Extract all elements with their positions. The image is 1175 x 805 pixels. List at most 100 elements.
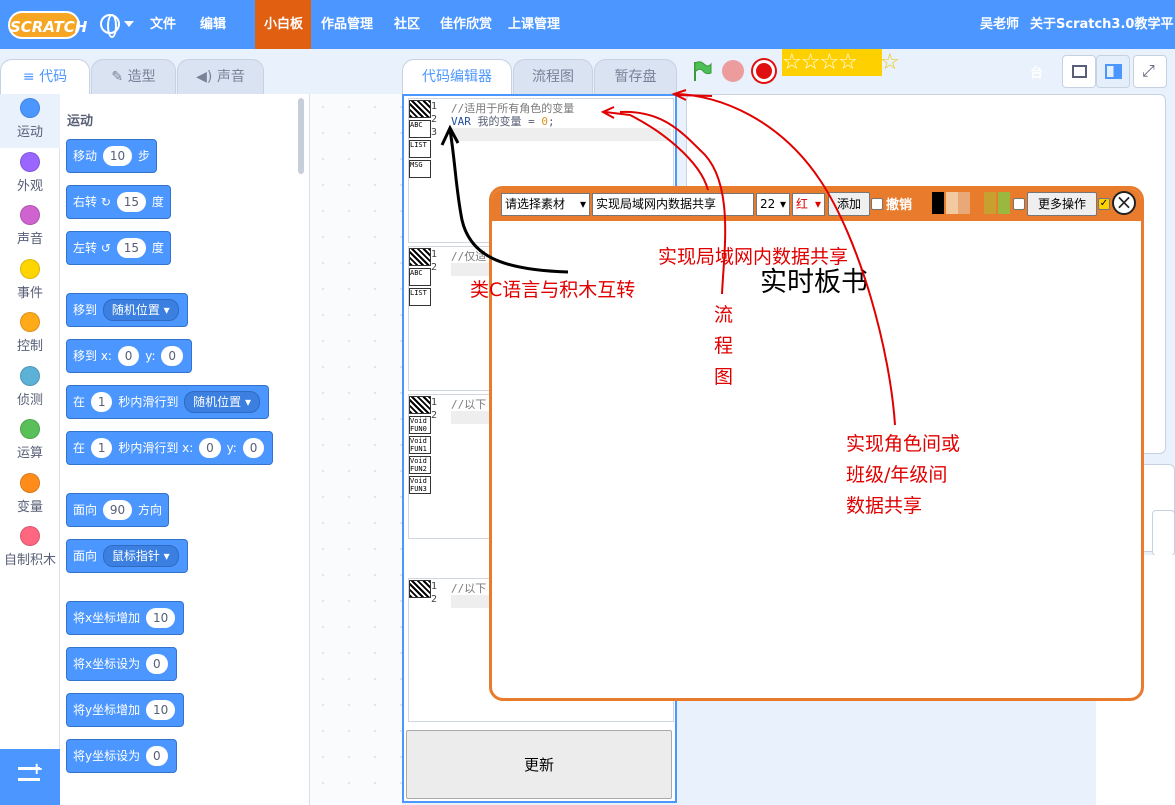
small-stage-button[interactable] [1062,55,1096,88]
menu-edit[interactable]: 编辑 [200,0,226,49]
block-goto-xy[interactable]: 移到 x: 0 y: 0 [66,339,193,373]
tab-storage[interactable]: 暂存盘 [594,59,677,95]
function-icon[interactable]: Void FUN3 [409,476,431,494]
sprite-icon[interactable] [409,100,431,118]
block-turn-right[interactable]: 右转 ↻ 15 度 [66,185,171,219]
category-5[interactable]: 侦测 [0,365,60,408]
block-point-towards[interactable]: 面向 鼠标指针 ▾ [66,539,188,573]
block-move[interactable]: 移动 10 步 [66,139,157,173]
block-input[interactable]: 15 [116,238,147,258]
block-dropdown[interactable]: 鼠标指针 ▾ [102,545,179,567]
block-input[interactable]: 10 [145,700,176,720]
star-icon[interactable]: ☆ [880,49,900,76]
menu-about[interactable]: 关于Scratch3.0教学平台 [1030,0,1175,81]
category-6[interactable]: 运算 [0,419,60,461]
font-size-select[interactable]: 22 ▾ [756,193,790,216]
block-input[interactable]: 0 [145,654,168,674]
sprite-icon[interactable] [409,580,431,598]
block-change-x[interactable]: 将x坐标增加 10 [66,601,185,635]
block-turn-left[interactable]: 左转 ↺ 15 度 [66,231,171,265]
function-icon[interactable]: Void FUN0 [409,416,431,434]
block-input[interactable]: 1 [90,392,113,412]
menu-whiteboard[interactable]: 小白板 [264,0,303,49]
color-swatch[interactable] [932,192,944,214]
block-dropdown[interactable]: 随机位置 ▾ [102,299,179,321]
block-input[interactable]: 10 [102,146,133,166]
color-swatch[interactable] [998,192,1010,214]
menu-showcase[interactable]: 佳作欣赏 [440,0,492,49]
option-checkbox[interactable] [1013,198,1025,210]
color-swatch[interactable] [984,192,996,214]
list-icon[interactable]: LIST [409,140,431,158]
function-icon[interactable]: Void FUN1 [409,436,431,454]
tab-flowchart[interactable]: 流程图 [513,59,593,95]
category-7[interactable]: 变量 [0,472,60,515]
block-input[interactable]: 10 [145,608,176,628]
scratch-logo[interactable]: SCRATCH [8,11,87,39]
tab-code-editor[interactable]: 代码编辑器 [402,59,512,96]
menu-file[interactable]: 文件 [150,0,176,49]
palette-scrollbar[interactable] [298,98,304,174]
block-input[interactable]: 0 [242,438,265,458]
color-swatch[interactable] [946,192,958,214]
update-button[interactable]: 更新 [406,730,672,799]
category-0[interactable]: 运动 [0,98,60,140]
green-flag-icon[interactable] [691,60,713,82]
block-goto[interactable]: 移到 随机位置 ▾ [66,293,188,327]
stop-icon[interactable] [722,60,744,82]
block-input[interactable]: 15 [116,192,147,212]
undo-checkbox[interactable] [871,198,883,210]
menu-works[interactable]: 作品管理 [321,0,373,49]
function-icon[interactable]: Void FUN2 [409,456,431,474]
block-input[interactable]: 0 [199,438,221,458]
msg-icon[interactable]: MSG [409,160,431,178]
block-input[interactable]: 0 [161,346,184,366]
check-icon[interactable]: ✓ [1098,198,1110,210]
block-dropdown[interactable]: 随机位置 ▾ [184,391,261,413]
block-set-x[interactable]: 将x坐标设为 0 [66,647,177,681]
record-icon[interactable] [753,60,775,82]
category-8[interactable]: 自制积木 [0,526,60,568]
category-2[interactable]: 声音 [0,205,60,247]
category-4[interactable]: 控制 [0,312,60,354]
star-icon[interactable]: ☆☆☆☆ [782,50,858,75]
tab-code[interactable]: ≡ 代码 [0,59,90,96]
tab-sound[interactable]: ◀) 声音 [177,59,264,95]
menu-community[interactable]: 社区 [394,0,420,49]
add-extension-button[interactable]: + [0,749,60,805]
block-input[interactable]: 0 [145,746,168,766]
sprite-icon[interactable] [409,248,431,266]
globe-icon[interactable] [100,14,120,38]
rating-stars[interactable]: ☆☆☆☆ [782,49,882,76]
block-glide[interactable]: 在 1 秒内滑行到 随机位置 ▾ [66,385,270,419]
fullscreen-button[interactable]: ⤢ [1133,55,1167,88]
block-input[interactable]: 90 [102,500,133,520]
menu-class-management[interactable]: 上课管理 [508,0,560,49]
add-button[interactable]: 添加 [828,192,870,216]
close-icon[interactable]: × [1112,191,1136,215]
category-3[interactable]: 事件 [0,258,60,301]
color-select[interactable]: 红 ▾ [792,193,825,216]
block-point-direction[interactable]: 面向 90 方向 [66,493,169,527]
abc-icon[interactable]: ABC [409,268,431,286]
material-select[interactable]: 请选择素材 ▾ [501,193,590,216]
block-input[interactable]: 1 [90,438,113,458]
color-swatch[interactable] [920,192,932,214]
block-change-y[interactable]: 将y坐标增加 10 [66,693,185,727]
chevron-down-icon[interactable] [124,21,134,27]
more-actions-button[interactable]: 更多操作 [1027,192,1097,216]
script-workspace[interactable] [310,94,402,805]
color-swatch[interactable] [958,192,970,214]
tab-costume[interactable]: ✎ 造型 [91,59,176,95]
text-input[interactable]: 实现局域网内数据共享 [592,193,754,216]
list-icon[interactable]: LIST [409,288,431,306]
category-1[interactable]: 外观 [0,151,60,194]
menu-user[interactable]: 吴老师 [980,0,1019,49]
block-set-y[interactable]: 将y坐标设为 0 [66,739,177,773]
sprite-name-field[interactable] [1152,510,1175,556]
abc-icon[interactable]: ABC [409,120,431,138]
sprite-icon[interactable] [409,396,431,414]
block-input[interactable]: 0 [117,346,140,366]
normal-stage-button[interactable] [1096,55,1130,88]
block-glide-xy[interactable]: 在 1 秒内滑行到 x: 0 y: 0 [66,431,274,465]
